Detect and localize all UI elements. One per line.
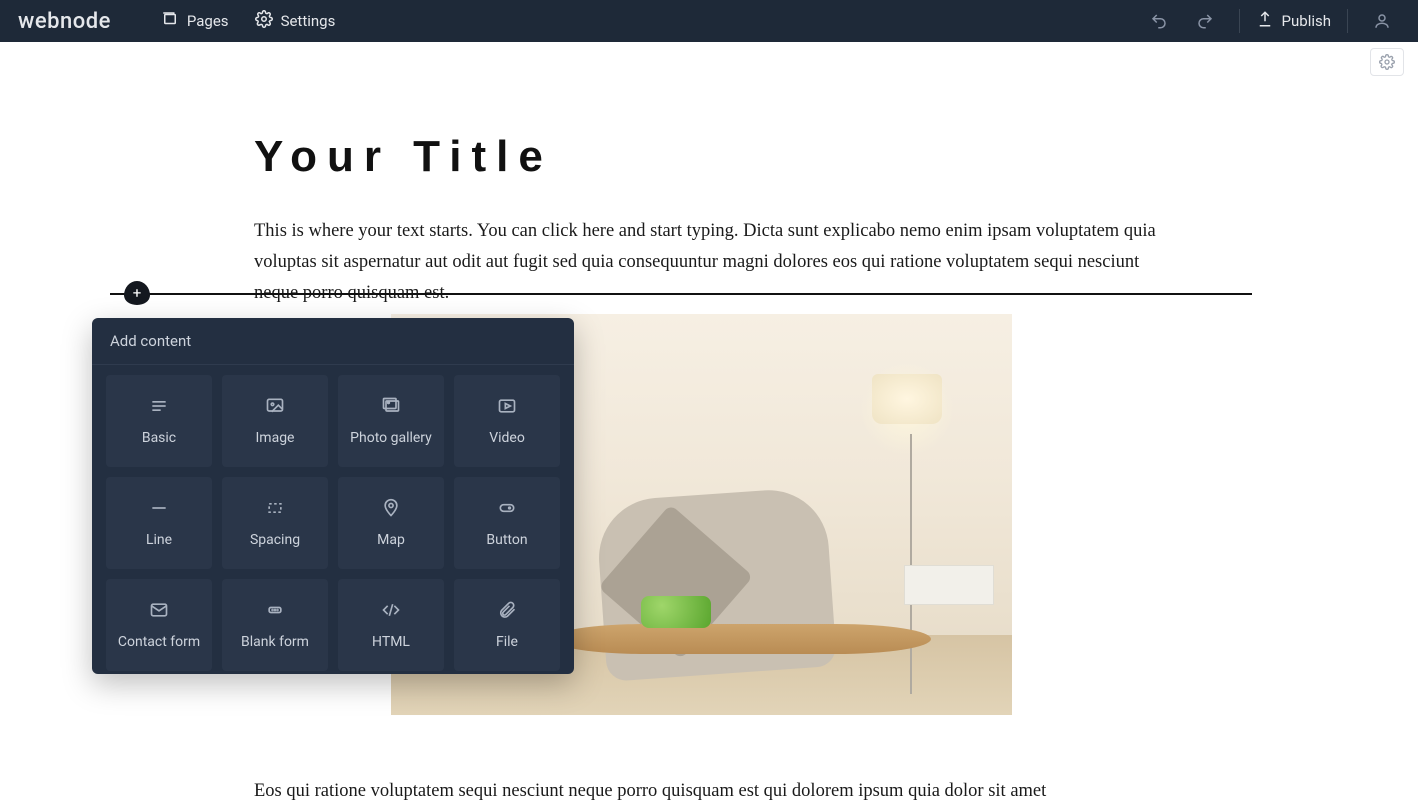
paragraph-1[interactable]: This is where your text starts. You can … — [254, 216, 1164, 309]
card-label: Video — [489, 430, 525, 447]
add-content-popup: Add content Basic Image Photo gallery Vi… — [92, 318, 574, 674]
video-icon — [494, 396, 520, 420]
account-button[interactable] — [1364, 3, 1400, 39]
image-icon — [262, 396, 288, 420]
pages-label: Pages — [187, 12, 229, 30]
card-label: Contact form — [118, 634, 200, 651]
page-content: Your Title This is where your text start… — [0, 42, 1418, 309]
form-icon — [262, 600, 288, 624]
card-map[interactable]: Map — [338, 477, 444, 569]
card-label: Blank form — [241, 634, 309, 651]
divider-line — [110, 293, 1252, 295]
page-settings-button[interactable] — [1370, 48, 1404, 76]
popup-grid: Basic Image Photo gallery Video Line Spa — [106, 375, 560, 671]
settings-label: Settings — [281, 12, 336, 30]
basic-icon — [146, 396, 172, 420]
logo: webnode — [18, 9, 111, 34]
gear-icon — [255, 10, 273, 32]
card-label: HTML — [372, 634, 410, 651]
card-file[interactable]: File — [454, 579, 560, 671]
card-spacing[interactable]: Spacing — [222, 477, 328, 569]
undo-button[interactable] — [1141, 3, 1177, 39]
card-button[interactable]: Button — [454, 477, 560, 569]
card-label: Button — [486, 532, 527, 549]
popup-scroll[interactable]: Basic Image Photo gallery Video Line Spa — [92, 365, 574, 674]
popup-title: Add content — [92, 318, 574, 365]
card-label: Image — [256, 430, 295, 447]
card-basic[interactable]: Basic — [106, 375, 212, 467]
card-photo-gallery[interactable]: Photo gallery — [338, 375, 444, 467]
add-content-button[interactable]: + — [124, 281, 150, 305]
card-label: Map — [377, 532, 405, 549]
publish-label: Publish — [1282, 12, 1331, 30]
card-image[interactable]: Image — [222, 375, 328, 467]
card-label: Basic — [142, 430, 176, 447]
line-icon — [146, 498, 172, 522]
card-label: Spacing — [250, 532, 300, 549]
card-contact-form[interactable]: Contact form — [106, 579, 212, 671]
paperclip-icon — [494, 600, 520, 624]
page-title[interactable]: Your Title — [254, 132, 1164, 182]
spacing-icon — [262, 498, 288, 522]
settings-nav[interactable]: Settings — [255, 10, 336, 32]
card-line[interactable]: Line — [106, 477, 212, 569]
button-icon — [494, 498, 520, 522]
divider — [1347, 9, 1348, 33]
mail-icon — [146, 600, 172, 624]
redo-button[interactable] — [1187, 3, 1223, 39]
pages-nav[interactable]: Pages — [161, 10, 229, 32]
map-icon — [378, 498, 404, 522]
upload-icon — [1256, 10, 1274, 32]
insert-divider: + — [110, 293, 1252, 295]
gallery-icon — [378, 396, 404, 420]
card-label: Photo gallery — [350, 430, 432, 447]
top-bar: webnode Pages Settings Publish — [0, 0, 1418, 42]
card-label: Line — [146, 532, 172, 549]
pages-icon — [161, 10, 179, 32]
paragraph-2[interactable]: Eos qui ratione voluptatem sequi nesciun… — [254, 776, 1164, 807]
card-html[interactable]: HTML — [338, 579, 444, 671]
card-blank-form[interactable]: Blank form — [222, 579, 328, 671]
top-right: Publish — [1141, 3, 1400, 39]
card-video[interactable]: Video — [454, 375, 560, 467]
publish-button[interactable]: Publish — [1256, 10, 1331, 32]
code-icon — [378, 600, 404, 624]
nav-items: Pages Settings — [161, 10, 335, 32]
divider — [1239, 9, 1240, 33]
card-label: File — [496, 634, 518, 651]
